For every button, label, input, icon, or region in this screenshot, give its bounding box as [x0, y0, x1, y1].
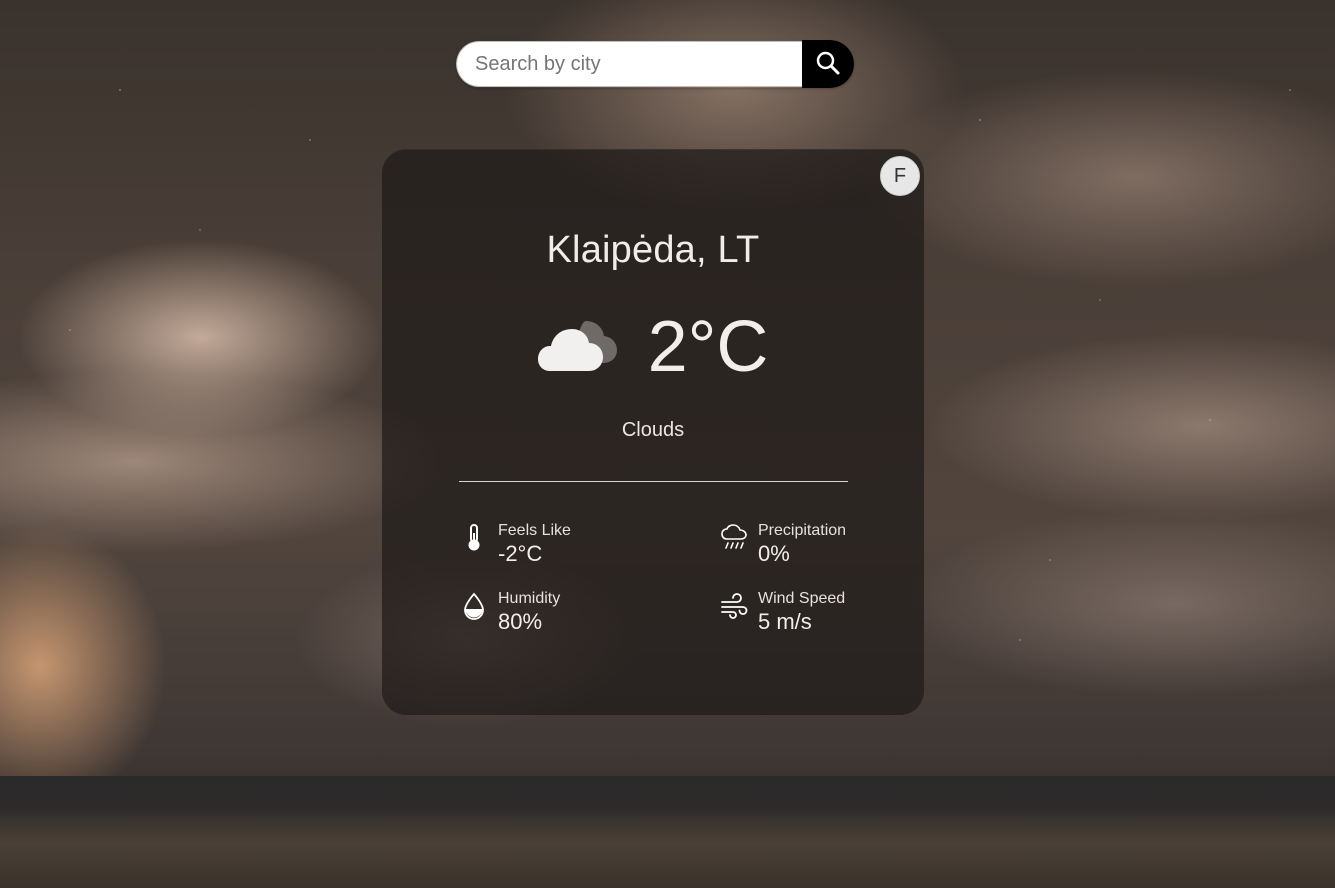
wind-speed-value: 5 m/s: [758, 609, 812, 634]
rain-cloud-icon: [720, 523, 748, 553]
feels-like-value: -2°C: [498, 541, 543, 566]
weather-condition: Clouds: [621, 419, 685, 441]
precipitation-value: 0%: [758, 541, 790, 566]
water-drop-icon: [460, 591, 488, 621]
cloud-icon: [537, 315, 630, 379]
search-bar: [456, 40, 854, 88]
current-weather: 2°C: [382, 301, 924, 393]
humidity-value: 80%: [498, 609, 543, 634]
stat-wind-speed: Wind Speed 5 m/s: [720, 589, 910, 635]
weather-app: F Klaipėda, LT 2°C Clouds F: [0, 0, 1335, 888]
search-button[interactable]: [802, 40, 854, 88]
unit-toggle-button[interactable]: F: [880, 156, 920, 196]
precipitation-label: Precipitation: [758, 522, 847, 539]
search-icon: [815, 50, 841, 79]
temperature: 2°C: [647, 307, 769, 387]
weather-card: F Klaipėda, LT 2°C Clouds Feels Like -2°…: [382, 149, 924, 715]
stat-humidity: Humidity 80%: [460, 589, 650, 635]
humidity-label: Humidity: [498, 590, 561, 607]
background-horizon: [0, 776, 1335, 888]
search-input[interactable]: [456, 41, 802, 87]
wind-speed-label: Wind Speed: [758, 590, 846, 607]
city-name: Klaipėda, LT: [546, 229, 760, 271]
feels-like-label: Feels Like: [498, 522, 571, 539]
thermometer-icon: [460, 523, 488, 553]
stat-feels-like: Feels Like -2°C: [460, 521, 650, 567]
divider: [459, 481, 848, 482]
wind-icon: [720, 591, 748, 621]
stat-precipitation: Precipitation 0%: [720, 521, 910, 567]
